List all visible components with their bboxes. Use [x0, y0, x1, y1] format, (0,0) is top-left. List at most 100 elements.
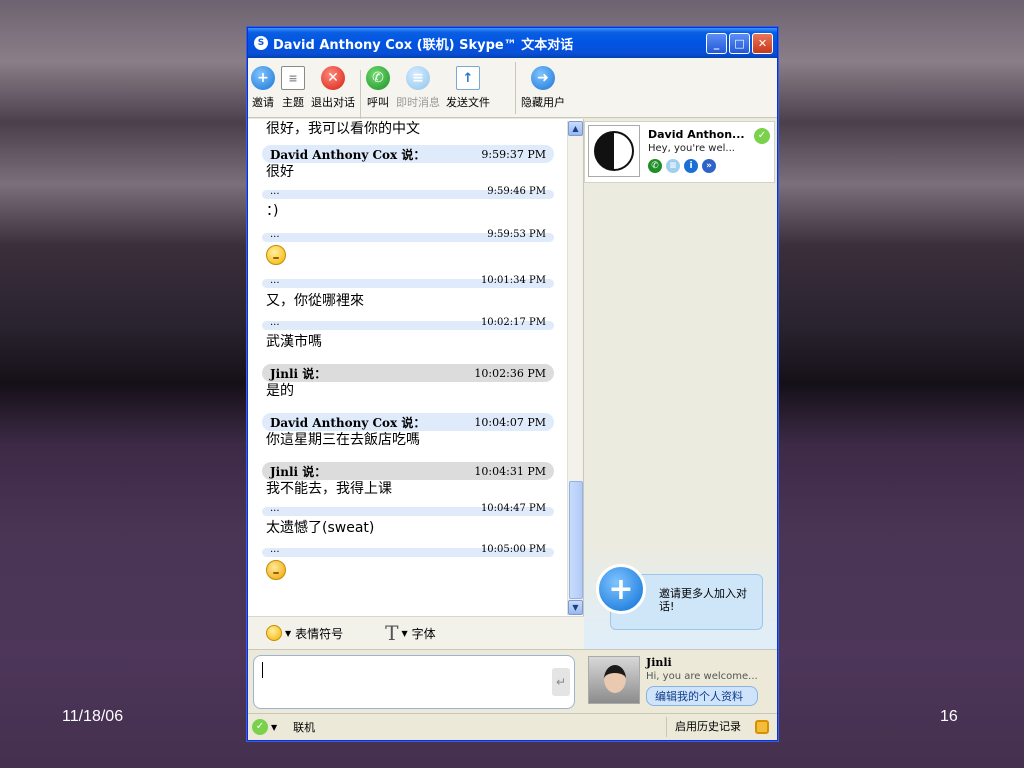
message-time: 9:59:46 PM	[487, 186, 546, 197]
message-time: 10:02:36 PM	[474, 366, 546, 380]
my-info: Jinli Hi, you are welcome... 编辑我的个人资料	[640, 656, 758, 707]
message-header: ... 10:05:00 PM	[262, 544, 554, 557]
contact-name: David Anthon...	[648, 128, 745, 141]
call-contact-icon[interactable]: ✆	[648, 159, 662, 173]
message-time: 10:02:17 PM	[480, 317, 546, 328]
contact-actions: ✆ ≡ i »	[648, 159, 771, 173]
message-text: 你這星期三在去飯店吃嗎	[266, 432, 420, 448]
content-area: 很好，我可以看你的中文 David Anthony Cox 说： 9:59:37…	[248, 119, 777, 649]
message-text: 又，你從哪裡來	[266, 293, 364, 309]
scroll-thumb[interactable]	[569, 481, 583, 599]
close-circle-icon: ✕	[321, 66, 345, 90]
message-time: 9:59:37 PM	[481, 147, 546, 161]
arrow-right-icon: ➜	[531, 66, 555, 90]
yin-yang-icon	[594, 131, 634, 171]
dropdown-caret-icon: ▼	[401, 628, 408, 638]
toolbar-separator	[360, 70, 361, 122]
message-sender: Jinli 说：	[270, 464, 327, 479]
contact-card[interactable]: David Anthon... Hey, you're wel... ✆ ≡ i…	[584, 121, 775, 183]
message-time: 10:01:34 PM	[480, 275, 546, 286]
online-status-icon[interactable]: ✓	[252, 719, 268, 735]
message-header: ... 9:59:53 PM	[262, 229, 554, 242]
message-sender: ...	[270, 317, 280, 328]
edit-profile-button[interactable]: 编辑我的个人资料	[646, 686, 758, 706]
im-label: 即时消息	[396, 96, 440, 109]
call-button[interactable]: ✆ 呼叫	[363, 66, 393, 110]
status-label: 联机	[293, 721, 316, 734]
font-button[interactable]: T ▼ 字体	[385, 621, 436, 645]
notepad-icon: ≡	[281, 66, 305, 90]
history-toggle[interactable]: 启用历史记录	[666, 717, 749, 737]
info-icon[interactable]: i	[684, 159, 698, 173]
toolbar: + 邀请 ≡ 主题 ✕ 退出对话 ✆ 呼叫 ≡ 即时消息 ↑ 发送文件 ➜ 隐藏…	[248, 58, 777, 122]
instant-message-button[interactable]: ≡ 即时消息	[393, 66, 443, 110]
message-header: ... 10:02:17 PM	[262, 317, 554, 330]
topic-button[interactable]: ≡ 主题	[278, 66, 308, 110]
smile-icon	[266, 625, 282, 641]
my-mood: Hi, you are welcome...	[646, 671, 758, 682]
chat-pane: 很好，我可以看你的中文 David Anthony Cox 说： 9:59:37…	[248, 119, 584, 649]
slide-page-number: 16	[940, 708, 958, 725]
message-sender: ...	[270, 229, 280, 240]
message-header: ... 9:59:46 PM	[262, 186, 554, 199]
message-sender: David Anthony Cox 说：	[270, 415, 426, 430]
input-wrap: ↵	[248, 650, 584, 714]
text-cursor	[262, 662, 263, 678]
emoticons-button[interactable]: ▼ 表情符号	[266, 625, 343, 642]
message-history[interactable]: 很好，我可以看你的中文 David Anthony Cox 说： 9:59:37…	[248, 119, 566, 616]
more-options-icon[interactable]: »	[702, 159, 716, 173]
send-message-icon[interactable]: ↵	[552, 668, 570, 696]
message-time: 10:04:07 PM	[474, 415, 546, 429]
hide-users-button[interactable]: ➜ 隐藏用户	[518, 66, 568, 110]
status-dropdown-icon[interactable]: ▼	[271, 723, 277, 732]
chat-scrollbar[interactable]: ▲ ▼	[567, 121, 583, 615]
skype-chat-window: S David Anthony Cox (联机) Skype™ 文本对话 _ □…	[247, 27, 778, 741]
message-header: David Anthony Cox 说： 10:04:07 PM	[262, 413, 554, 431]
send-file-button[interactable]: ↑ 发送文件	[443, 66, 493, 110]
compose-area: ↵ Jinli Hi, you are welcome... 编辑我的个人资料	[248, 649, 777, 713]
send-file-label: 发送文件	[446, 96, 490, 109]
message-sender: Jinli 说：	[270, 366, 327, 381]
chat-contact-icon[interactable]: ≡	[666, 159, 680, 173]
toolbar-right-group: ➜ 隐藏用户	[518, 58, 568, 117]
invite-label: 邀请	[252, 96, 274, 109]
window-title: David Anthony Cox (联机) Skype™ 文本对话	[273, 37, 574, 53]
face-shape	[604, 665, 626, 693]
message-time: 10:05:00 PM	[480, 544, 546, 555]
scroll-down-icon[interactable]: ▼	[568, 600, 583, 615]
message-header: Jinli 说： 10:04:31 PM	[262, 462, 554, 480]
skype-logo-icon: S	[254, 36, 268, 50]
message-header: ... 10:01:34 PM	[262, 275, 554, 288]
close-button[interactable]: ✕	[752, 32, 773, 54]
contact-avatar	[588, 125, 640, 177]
message-header: David Anthony Cox 说： 9:59:37 PM	[262, 145, 554, 163]
lock-icon	[755, 720, 769, 734]
add-person-icon: +	[251, 66, 275, 90]
minimize-button[interactable]: _	[706, 32, 727, 54]
smile-emoticon-icon	[266, 245, 286, 265]
message-text: 很好，我可以看你的中文	[266, 121, 420, 137]
message-text: 很好	[266, 164, 294, 180]
contact-info: David Anthon... Hey, you're wel... ✆ ≡ i…	[640, 125, 771, 179]
message-sender: ...	[270, 544, 280, 555]
message-input[interactable]: ↵	[253, 655, 575, 709]
invite-plus-icon[interactable]: +	[596, 564, 646, 614]
message-sender: ...	[270, 186, 280, 197]
my-profile-panel: Jinli Hi, you are welcome... 编辑我的个人资料	[584, 650, 777, 713]
message-sender: David Anthony Cox 说：	[270, 147, 426, 162]
leave-chat-button[interactable]: ✕ 退出对话	[308, 66, 358, 110]
phone-icon: ✆	[366, 66, 390, 90]
contact-mood: Hey, you're wel...	[648, 143, 735, 154]
message-time: 9:59:53 PM	[487, 229, 546, 240]
status-bar: ✓ ▼ 联机 启用历史记录	[248, 713, 777, 740]
online-status-icon: ✓	[754, 128, 770, 144]
message-text: 是的	[266, 383, 294, 399]
leave-label: 退出对话	[311, 96, 355, 109]
title-bar[interactable]: S David Anthony Cox (联机) Skype™ 文本对话 _ □…	[248, 28, 777, 58]
message-time: 10:04:31 PM	[474, 464, 546, 478]
invite-button[interactable]: + 邀请	[248, 66, 278, 110]
toolbar-separator	[515, 62, 516, 114]
maximize-button[interactable]: □	[729, 32, 750, 54]
scroll-up-icon[interactable]: ▲	[568, 121, 583, 136]
font-icon: T	[385, 621, 399, 645]
